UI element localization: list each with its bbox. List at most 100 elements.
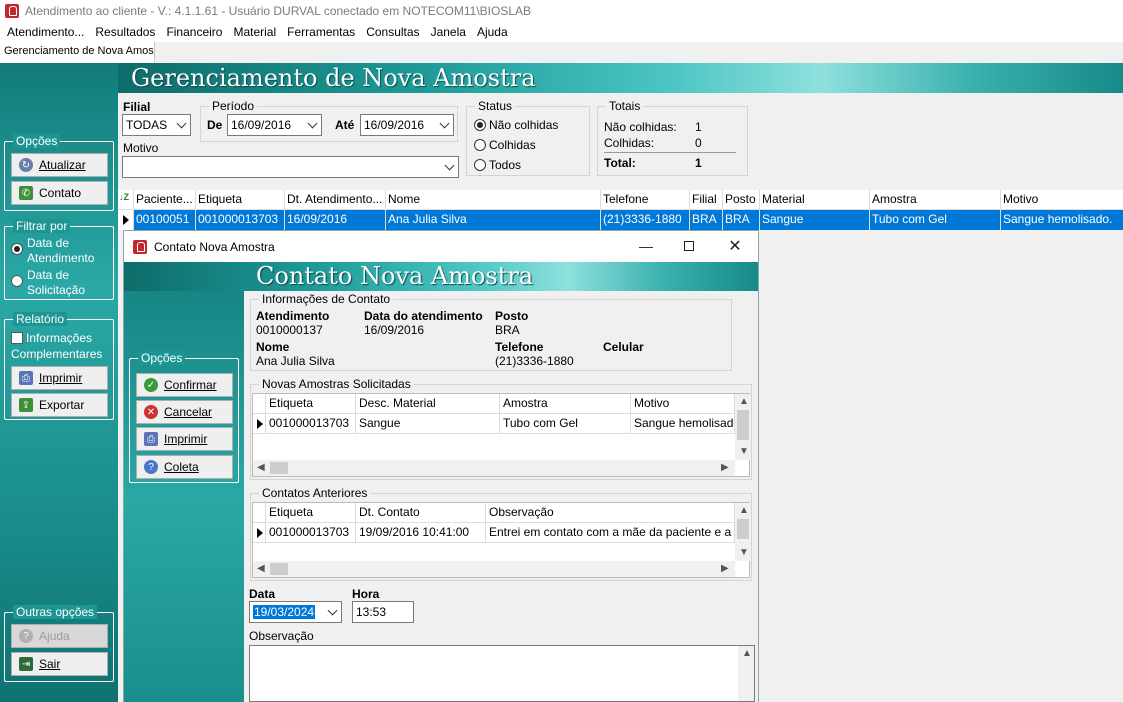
col-amostra[interactable]: Amostra <box>500 394 631 414</box>
filtrar-group: Filtrar por Data de Atendimento Data de … <box>4 219 114 300</box>
total-value: 1 <box>695 156 702 170</box>
scroll-right-icon[interactable]: ▶ <box>721 462 729 473</box>
col-nome[interactable]: Nome <box>386 190 601 210</box>
vertical-scrollbar[interactable]: ▲ ▼ <box>735 503 751 561</box>
sort-icon[interactable]: ↓Z <box>118 190 134 210</box>
minimize-icon[interactable]: — <box>636 237 656 255</box>
scroll-thumb[interactable] <box>270 462 288 474</box>
scroll-up-icon[interactable]: ▲ <box>742 648 752 659</box>
row-pointer <box>253 414 266 434</box>
table-row[interactable]: 001000013703 19/09/2016 10:41:00 Entrei … <box>253 523 735 543</box>
horizontal-scrollbar[interactable]: ◀ ▶ <box>253 561 735 577</box>
status-colhidas-radio[interactable]: Colhidas <box>474 138 536 152</box>
horizontal-scrollbar[interactable]: ◀ ▶ <box>253 460 735 476</box>
filial-select[interactable]: TODAS <box>122 114 191 136</box>
close-icon[interactable]: ✕ <box>725 237 745 255</box>
nome-label: Nome <box>256 340 290 354</box>
dialog-imprimir-button[interactable]: ⎙ Imprimir <box>136 427 233 451</box>
document-tabs: Gerenciamento de Nova Amostra <box>0 42 1123 63</box>
app-icon <box>5 4 19 18</box>
nome-value: Ana Julia Silva <box>256 354 335 368</box>
scroll-down-icon[interactable]: ▼ <box>739 547 749 558</box>
scroll-left-icon[interactable]: ◀ <box>257 462 265 473</box>
chevron-down-icon <box>307 118 318 129</box>
col-paciente[interactable]: Paciente... <box>134 190 196 210</box>
col-material[interactable]: Material <box>760 190 870 210</box>
maximize-icon[interactable] <box>679 237 699 255</box>
scroll-thumb[interactable] <box>737 410 749 440</box>
col-etiqueta[interactable]: Etiqueta <box>266 394 356 414</box>
tab-gerenciamento[interactable]: Gerenciamento de Nova Amostra <box>0 42 155 63</box>
col-dt-atendimento[interactable]: Dt. Atendimento... <box>285 190 386 210</box>
filtro-solicitacao-radio[interactable]: Data de Solicitação <box>11 268 111 298</box>
col-amostra[interactable]: Amostra <box>870 190 1001 210</box>
contato-button[interactable]: ✆ Contato <box>11 181 108 205</box>
menu-ajuda[interactable]: Ajuda <box>477 25 508 39</box>
motivo-select[interactable] <box>122 156 459 178</box>
col-telefone[interactable]: Telefone <box>601 190 690 210</box>
col-motivo[interactable]: Motivo <box>631 394 735 414</box>
imprimir-button[interactable]: ⎙ Imprimir <box>11 366 108 390</box>
ajuda-button[interactable]: ? Ajuda <box>11 624 108 648</box>
data-date-picker[interactable]: 19/03/2024 <box>249 601 342 623</box>
vertical-scrollbar[interactable]: ▲ ▼ <box>735 394 751 460</box>
menu-financeiro[interactable]: Financeiro <box>166 25 222 39</box>
status-todos-label: Todos <box>489 158 522 172</box>
table-row[interactable]: 001000013703 Sangue Tubo com Gel Sangue … <box>253 414 735 434</box>
coleta-button[interactable]: ? Coleta <box>136 455 233 479</box>
status-nao-colhidas-radio[interactable]: Não colhidas <box>474 118 558 132</box>
hora-input[interactable]: 13:53 <box>352 601 414 623</box>
cell-motivo: Sangue hemolisado. <box>1003 212 1113 226</box>
col-etiqueta[interactable]: Etiqueta <box>266 503 356 523</box>
ate-date-picker[interactable]: 16/09/2016 <box>360 114 454 136</box>
col-etiqueta[interactable]: Etiqueta <box>196 190 285 210</box>
observacao-scrollbar[interactable]: ▲ <box>738 646 754 701</box>
outras-legend: Outras opções <box>13 605 98 619</box>
help-icon: ? <box>144 460 158 474</box>
cancelar-button[interactable]: ✕ Cancelar <box>136 400 233 424</box>
menu-consultas[interactable]: Consultas <box>366 25 419 39</box>
dialog-banner-title: Contato Nova Amostra <box>256 262 534 290</box>
filtro-atendimento-radio[interactable]: Data de Atendimento <box>11 236 111 266</box>
col-posto[interactable]: Posto <box>723 190 760 210</box>
scroll-left-icon[interactable]: ◀ <box>257 563 265 574</box>
col-desc-material[interactable]: Desc. Material <box>356 394 500 414</box>
ajuda-label: Ajuda <box>39 629 70 643</box>
scroll-right-icon[interactable]: ▶ <box>721 563 729 574</box>
ate-value: 16/09/2016 <box>364 118 425 132</box>
dialog-banner: Contato Nova Amostra <box>124 262 758 291</box>
total-label: Total: <box>604 156 636 170</box>
chevron-down-icon <box>176 118 187 129</box>
scroll-up-icon[interactable]: ▲ <box>739 505 749 516</box>
col-filial[interactable]: Filial <box>690 190 723 210</box>
menu-resultados[interactable]: Resultados <box>95 25 155 39</box>
col-dt-contato[interactable]: Dt. Contato <box>356 503 486 523</box>
scroll-thumb[interactable] <box>270 563 288 575</box>
menu-janela[interactable]: Janela <box>431 25 466 39</box>
novas-amostras-legend: Novas Amostras Solicitadas <box>259 377 414 391</box>
col-observacao[interactable]: Observação <box>486 503 735 523</box>
scroll-up-icon[interactable]: ▲ <box>739 396 749 407</box>
printer-icon: ⎙ <box>19 371 33 385</box>
observacao-textarea[interactable] <box>249 645 755 702</box>
window-title: Atendimento ao cliente - V.: 4.1.1.61 - … <box>25 4 532 18</box>
menu-ferramentas[interactable]: Ferramentas <box>287 25 355 39</box>
cell-nome: Ana Julia Silva <box>386 210 601 230</box>
page-title: Gerenciamento de Nova Amostra <box>131 64 536 92</box>
scroll-thumb[interactable] <box>737 519 749 539</box>
data-label: Data <box>249 587 276 601</box>
de-date-picker[interactable]: 16/09/2016 <box>227 114 322 136</box>
menu-material[interactable]: Material <box>233 25 276 39</box>
confirmar-button[interactable]: ✓ Confirmar <box>136 373 233 397</box>
status-todos-radio[interactable]: Todos <box>474 158 521 172</box>
table-row[interactable]: 00100051 001000013703 16/09/2016 Ana Jul… <box>118 210 1123 230</box>
sair-button[interactable]: ⇥ Sair <box>11 652 108 676</box>
dialog-opcoes-legend: Opções <box>138 351 186 365</box>
exportar-button[interactable]: ⇪ Exportar <box>11 393 108 417</box>
col-motivo[interactable]: Motivo <box>1001 190 1123 210</box>
atualizar-button[interactable]: ↻ Atualizar <box>11 153 108 177</box>
menu-atendimento[interactable]: Atendimento... <box>7 25 84 39</box>
info-complementares-checkbox[interactable]: Informações Complementares <box>11 330 111 362</box>
data-value: 19/03/2024 <box>253 605 316 619</box>
scroll-down-icon[interactable]: ▼ <box>739 446 749 457</box>
